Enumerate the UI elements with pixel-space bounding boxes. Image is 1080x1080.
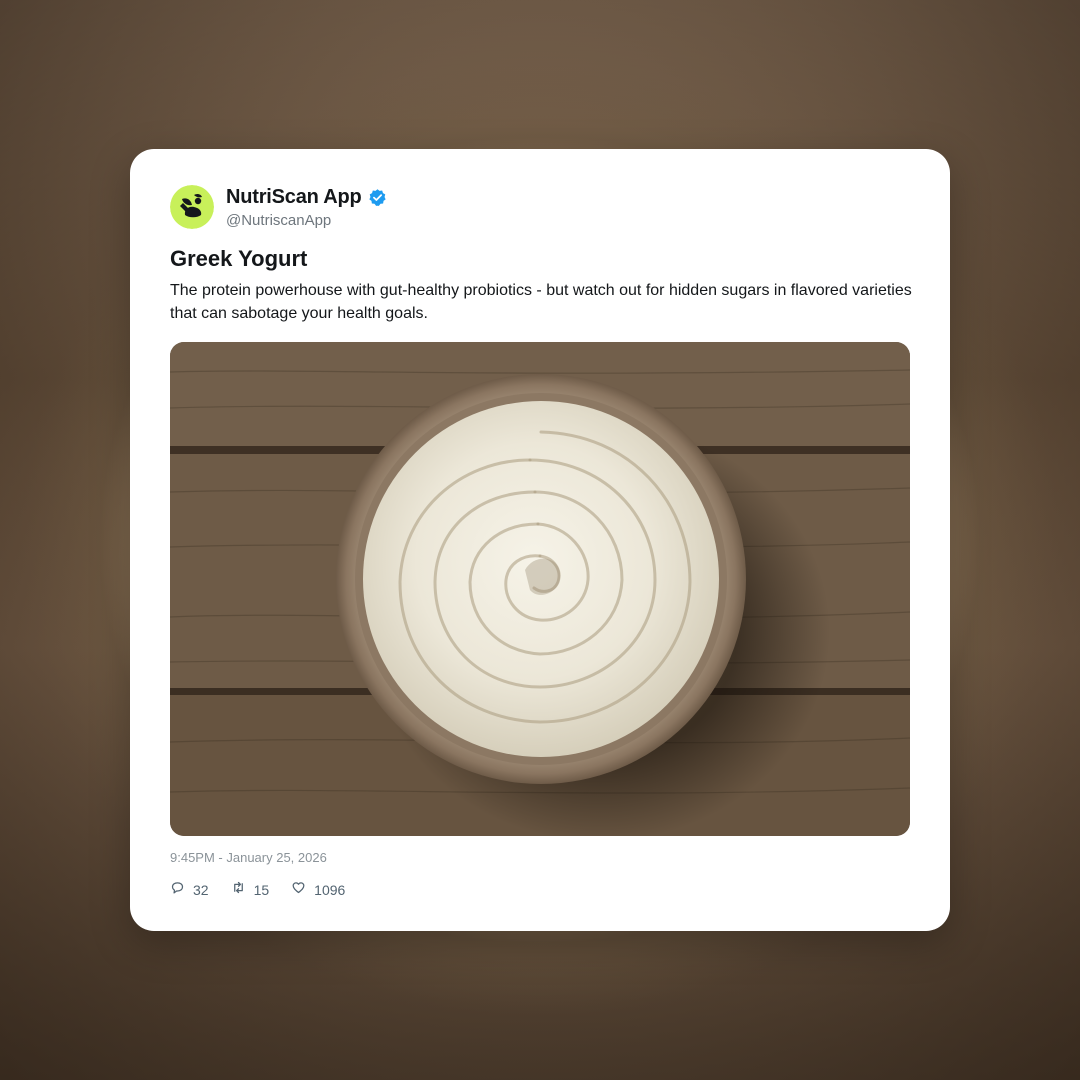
verified-badge-icon	[368, 188, 387, 207]
repost-icon	[231, 880, 246, 900]
post-timestamp: 9:45PM - January 25, 2026	[170, 850, 327, 865]
comment-icon	[170, 880, 185, 900]
post-actions: 32 15 1096	[170, 880, 367, 900]
avatar[interactable]	[170, 185, 214, 229]
like-count: 1096	[314, 882, 346, 898]
post-card: NutriScan App @NutriscanApp Greek Yogurt…	[130, 149, 950, 931]
post-header: NutriScan App @NutriscanApp	[170, 185, 387, 229]
heart-icon	[291, 880, 306, 900]
repost-button[interactable]: 15	[231, 880, 270, 900]
author-handle[interactable]: @NutriscanApp	[226, 212, 387, 229]
repost-count: 15	[253, 882, 270, 898]
nutriscan-logo-icon	[170, 185, 214, 229]
author-name[interactable]: NutriScan App	[226, 186, 362, 209]
like-button[interactable]: 1096	[291, 880, 345, 900]
greek-yogurt-bowl-photo	[170, 342, 910, 836]
post-title: Greek Yogurt	[170, 246, 308, 271]
post-text: The protein powerhouse with gut-healthy …	[170, 282, 912, 322]
post-image[interactable]	[170, 342, 910, 836]
reply-count: 32	[193, 882, 209, 898]
reply-button[interactable]: 32	[170, 880, 209, 900]
